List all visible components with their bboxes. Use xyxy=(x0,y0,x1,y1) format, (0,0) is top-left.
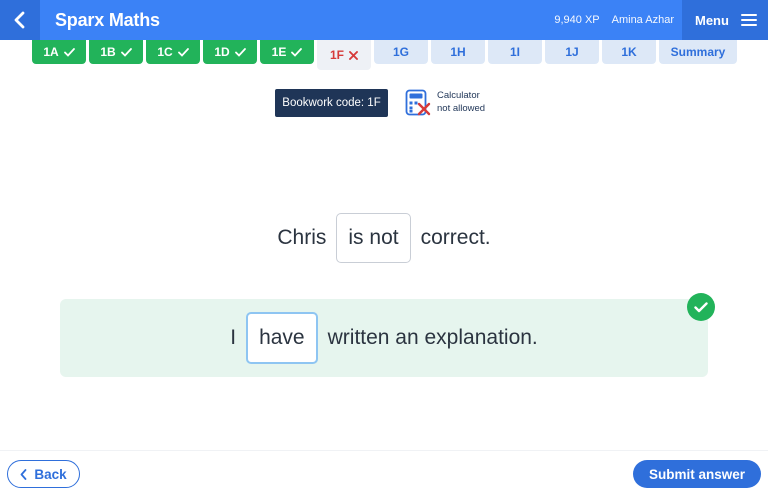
sentence-text: Chris xyxy=(277,226,327,249)
check-icon xyxy=(177,47,189,57)
top-bar: Sparx Maths 9,940 XP Amina Azhar Menu xyxy=(0,0,768,40)
calculator-icon xyxy=(405,89,431,116)
answer-box-1[interactable]: is not xyxy=(336,213,411,263)
cross-icon xyxy=(349,50,358,60)
correct-check-icon xyxy=(687,293,715,321)
hamburger-icon xyxy=(740,14,757,26)
tab-1b[interactable]: 1B xyxy=(89,40,143,64)
tab-1d[interactable]: 1D xyxy=(203,40,257,64)
tab-1g[interactable]: 1G xyxy=(374,40,428,64)
sentence-text: correct. xyxy=(420,226,491,249)
tab-1a[interactable]: 1A xyxy=(32,40,86,64)
sentence-text: I xyxy=(230,326,237,349)
check-icon xyxy=(234,47,246,57)
menu-button[interactable]: Menu xyxy=(682,0,768,40)
calculator-status: Calculator not allowed xyxy=(405,89,485,117)
tab-1i[interactable]: 1I xyxy=(488,40,542,64)
user-name: Amina Azhar xyxy=(611,14,674,26)
calculator-label: Calculator not allowed xyxy=(437,90,486,114)
chevron-left-icon xyxy=(20,468,27,480)
answer-text: is not xyxy=(348,226,399,249)
tab-summary[interactable]: Summary xyxy=(659,40,737,64)
menu-label: Menu xyxy=(695,12,729,28)
submit-answer-button[interactable]: Submit answer xyxy=(633,460,761,488)
app-title: Sparx Maths xyxy=(55,9,160,30)
question-sentence-2: I have written an explanation. xyxy=(0,312,768,364)
task-tabs: 1A 1B 1C 1D 1E 1F 1G 1H 1I 1J 1K Summary xyxy=(32,40,737,70)
tab-1e[interactable]: 1E xyxy=(260,40,314,64)
tab-1f[interactable]: 1F xyxy=(317,40,371,70)
back-button[interactable]: Back xyxy=(7,460,80,488)
footer-divider xyxy=(0,450,768,451)
check-icon xyxy=(63,47,75,57)
chevron-left-icon xyxy=(14,11,25,29)
submit-label: Submit answer xyxy=(648,466,746,482)
question-sentence-1: Chris is not correct. xyxy=(0,212,768,264)
xp-counter: 9,940 XP xyxy=(554,14,600,26)
check-icon xyxy=(291,47,303,57)
back-arrow-button[interactable] xyxy=(0,0,40,40)
check-icon xyxy=(694,301,708,312)
back-label: Back xyxy=(34,466,67,482)
tab-1j[interactable]: 1J xyxy=(545,40,599,64)
tab-1k[interactable]: 1K xyxy=(602,40,656,64)
sentence-text: written an explanation. xyxy=(327,326,538,349)
answer-text: have xyxy=(259,326,305,349)
tab-1h[interactable]: 1H xyxy=(431,40,485,64)
check-icon xyxy=(120,47,132,57)
tab-1c[interactable]: 1C xyxy=(146,40,200,64)
answer-box-2[interactable]: have xyxy=(246,312,318,364)
bookwork-code: Bookwork code: 1F xyxy=(275,89,388,117)
